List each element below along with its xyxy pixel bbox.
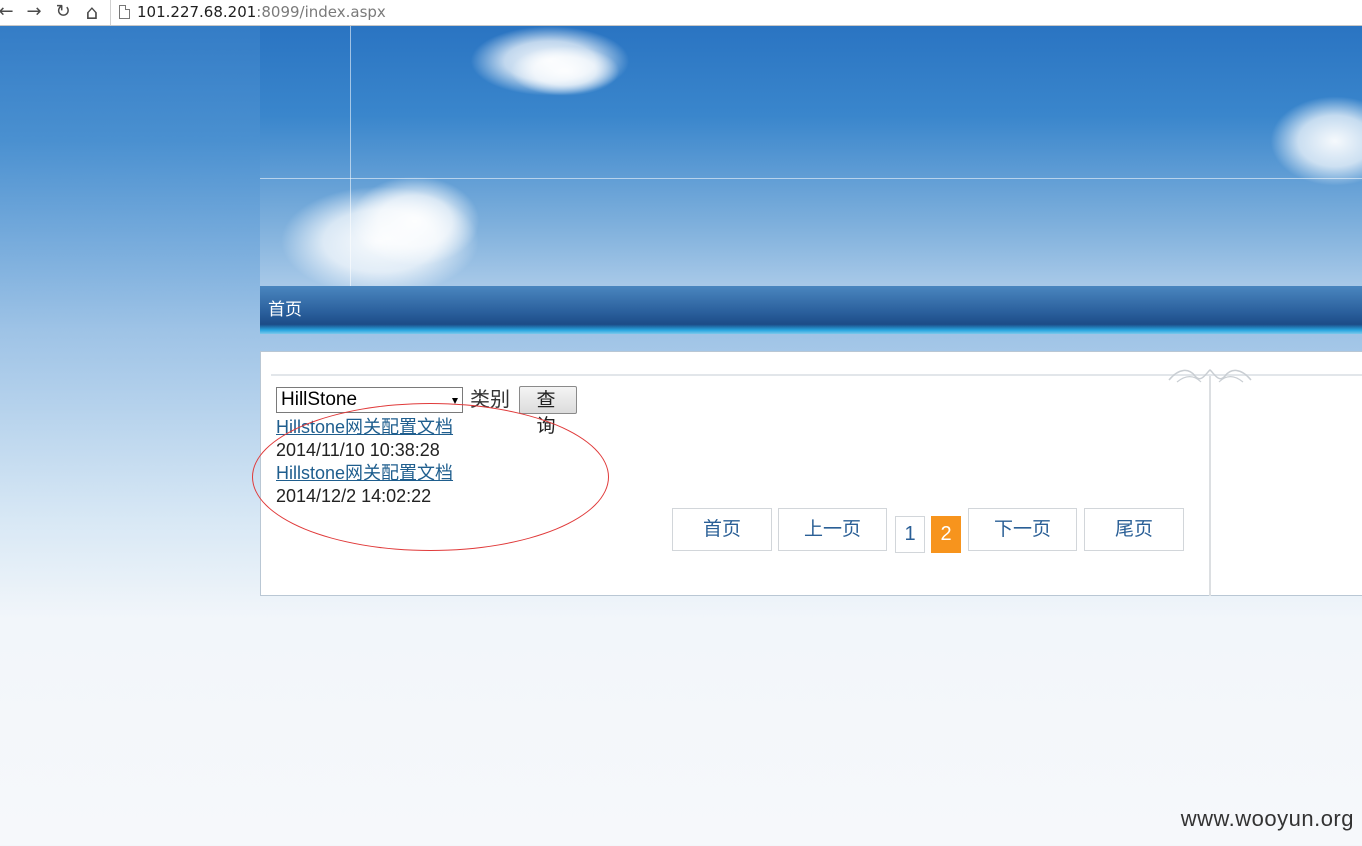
- first-page-button[interactable]: 首页: [672, 508, 772, 551]
- prev-page-button[interactable]: 上一页: [778, 508, 887, 551]
- last-page-button[interactable]: 尾页: [1084, 508, 1184, 551]
- reload-icon[interactable]: ↻: [51, 0, 75, 24]
- scroll-ornament-icon: [1168, 369, 1252, 383]
- panel-column-divider: [1209, 376, 1211, 596]
- cloud-image: [510, 46, 620, 96]
- forward-icon[interactable]: →: [22, 0, 46, 24]
- pagination: 首页 上一页 1 2 下一页 尾页: [261, 508, 1362, 553]
- back-icon[interactable]: ←: [0, 0, 18, 24]
- browser-toolbar: ← → ↻ ⌂ 101.227.68.201:8099/index.aspx: [0, 0, 1362, 26]
- page-icon: [119, 5, 130, 19]
- nav-home-link[interactable]: 首页: [268, 300, 302, 320]
- url-host: 101.227.68.201: [137, 3, 257, 21]
- watermark: www.wooyun.org: [1180, 806, 1354, 831]
- header-banner: [260, 26, 1362, 286]
- home-icon[interactable]: ⌂: [80, 0, 104, 24]
- page-number-2-current[interactable]: 2: [931, 516, 961, 553]
- category-select-value: HillStone: [281, 389, 358, 410]
- url-text[interactable]: 101.227.68.201:8099/index.aspx: [137, 2, 386, 22]
- query-button[interactable]: 查 询: [519, 386, 577, 437]
- content-panel: HillStone 类别 查 询 Hillstone网关配置文档 2014/11…: [252, 351, 1362, 596]
- address-bar[interactable]: 101.227.68.201:8099/index.aspx: [110, 0, 1362, 25]
- next-page-button[interactable]: 下一页: [968, 508, 1077, 551]
- cloud-image: [1270, 96, 1362, 186]
- page-number-1[interactable]: 1: [895, 516, 925, 553]
- url-path: :8099/index.aspx: [256, 3, 386, 21]
- cloud-image: [350, 176, 480, 266]
- main-nav: 首页: [260, 286, 1362, 334]
